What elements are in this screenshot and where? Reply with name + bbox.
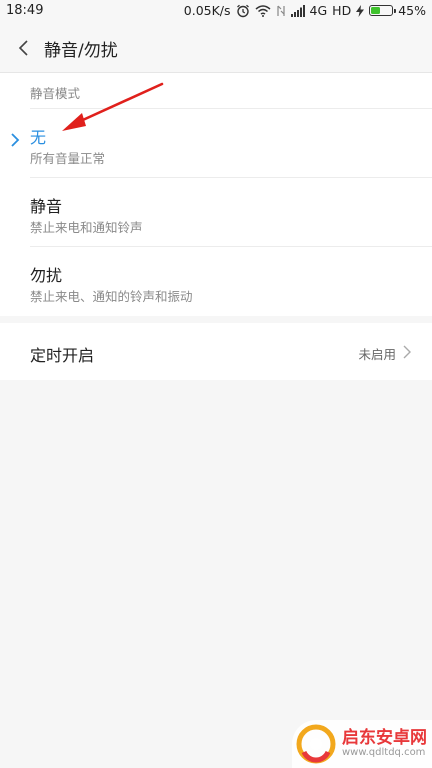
- watermark-text: 启东安卓网 www.qdltdq.com: [342, 727, 427, 758]
- timer-section: 定时开启 未启用: [0, 323, 432, 380]
- option-silent[interactable]: 静音 禁止来电和通知铃声: [0, 177, 432, 245]
- option-do-not-disturb[interactable]: 勿扰 禁止来电、通知的铃声和振动: [0, 246, 432, 314]
- option-title: 勿扰: [30, 266, 63, 285]
- wifi-icon: [255, 4, 271, 17]
- app-header: 静音/勿扰: [0, 24, 432, 73]
- hd-label: HD: [332, 3, 352, 18]
- timer-status: 未启用: [358, 347, 396, 362]
- network-type: 4G: [309, 3, 328, 18]
- battery-percent: 45%: [398, 3, 426, 18]
- scheduled-on-row[interactable]: 定时开启 未启用: [0, 323, 432, 380]
- signal-icon: [290, 4, 305, 17]
- option-subtitle: 禁止来电和通知铃声: [30, 220, 143, 235]
- option-subtitle: 禁止来电、通知的铃声和振动: [30, 289, 193, 304]
- network-speed: 0.05K/s: [183, 3, 231, 18]
- chevron-left-icon[interactable]: [12, 36, 36, 60]
- section-header: 静音模式: [30, 86, 81, 101]
- silent-mode-section: 静音模式 无 所有音量正常 静音 禁止来电和通知铃声 勿扰 禁止来电、通知的铃声…: [0, 73, 432, 316]
- charging-icon: [356, 4, 365, 17]
- status-bar: 18:49 0.05K/s 4G HD 45%: [0, 0, 432, 24]
- watermark-logo-icon: [296, 724, 336, 764]
- watermark-title: 启东安卓网: [342, 727, 427, 748]
- alarm-icon: [236, 4, 250, 18]
- battery-fill: [371, 7, 381, 14]
- page-title: 静音/勿扰: [44, 41, 118, 61]
- watermark-url: www.qdltdq.com: [342, 746, 426, 758]
- battery-icon: [369, 5, 397, 16]
- divider: [30, 177, 432, 178]
- option-subtitle: 所有音量正常: [30, 151, 106, 166]
- chevron-right-icon: [403, 345, 411, 359]
- option-title: 无: [30, 128, 47, 147]
- option-title: 静音: [30, 197, 63, 216]
- watermark: 启东安卓网 www.qdltdq.com: [292, 720, 432, 768]
- status-time: 18:49: [6, 3, 44, 18]
- divider: [30, 246, 432, 247]
- selected-check-icon: [11, 133, 20, 147]
- option-none[interactable]: 无 所有音量正常: [0, 108, 432, 176]
- timer-label: 定时开启: [30, 346, 95, 365]
- sim-signal-icon: [276, 5, 286, 17]
- status-icons: 0.05K/s 4G HD 45%: [184, 3, 426, 18]
- divider: [30, 108, 432, 109]
